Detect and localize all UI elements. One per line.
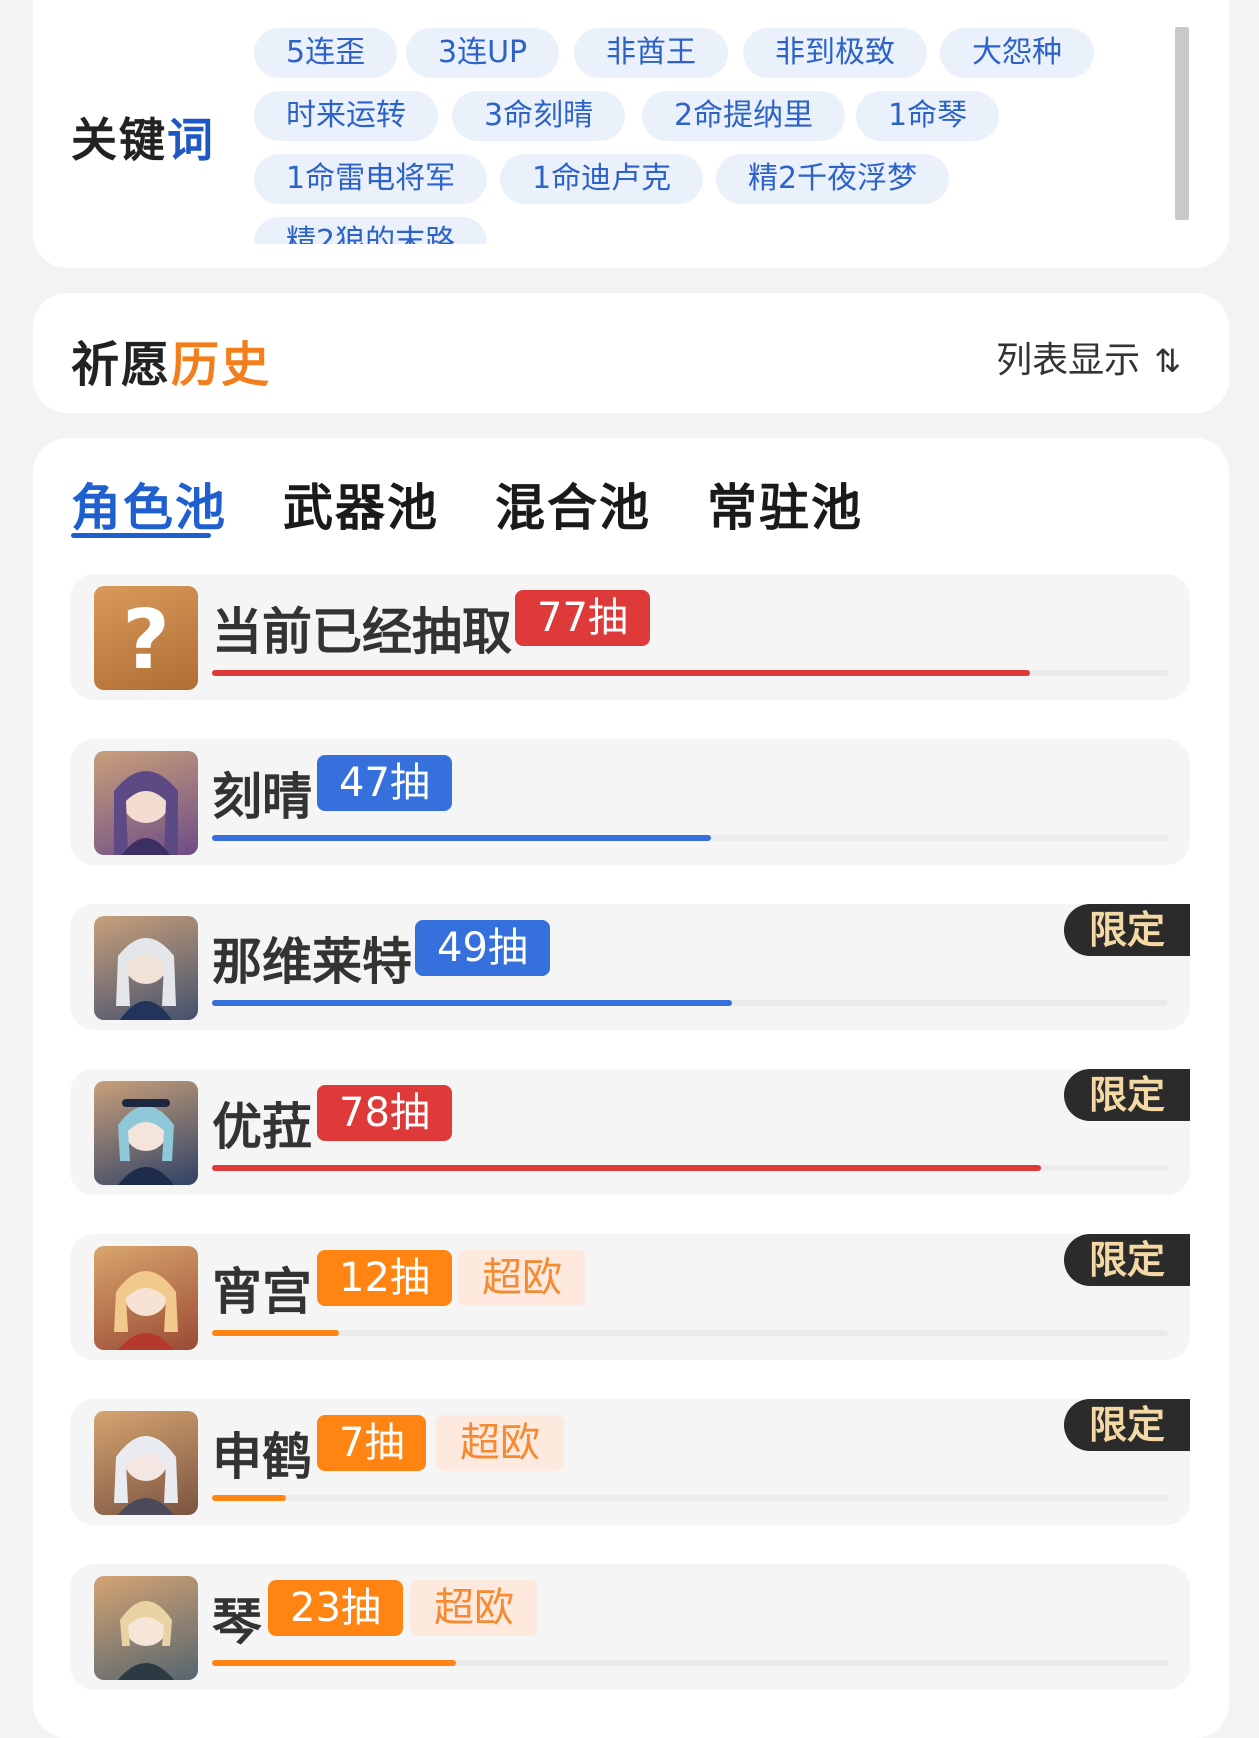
- super-lucky-badge: 超欧: [436, 1415, 564, 1471]
- character-name: 刻晴: [212, 768, 312, 826]
- keywords-card: 关键词 5连歪 3连UP 非酋王 非到极致 大怨种 时来运转 3命刻晴 2命提纳…: [33, 0, 1229, 268]
- view-toggle-label: 列表显示: [996, 340, 1141, 381]
- character-name: 宵宫: [212, 1263, 312, 1321]
- pity-progress-bar: [212, 670, 1168, 676]
- pull-count-badge: 47抽: [317, 755, 452, 811]
- wish-row[interactable]: 优菈 78抽 限定: [70, 1069, 1190, 1195]
- yoimiya-avatar: [94, 1246, 198, 1350]
- character-name: 琴: [212, 1593, 262, 1651]
- keywords-title: 关键词: [71, 113, 215, 167]
- pull-count-badge: 7抽: [317, 1415, 427, 1471]
- pull-count-badge: 23抽: [268, 1580, 403, 1636]
- question-mark-icon: ?: [94, 586, 198, 690]
- pity-progress-fill: [212, 1165, 1041, 1171]
- keyword-tag[interactable]: 精2狼的末路: [254, 217, 488, 244]
- pity-progress-fill: [212, 1000, 733, 1006]
- keyword-tag[interactable]: 1命雷电将军: [254, 154, 488, 204]
- jean-avatar: [94, 1576, 198, 1680]
- limited-badge: 限定: [1064, 1399, 1190, 1451]
- svg-text:?: ?: [122, 593, 170, 688]
- character-name: 申鹤: [212, 1428, 312, 1486]
- pity-progress-bar: [212, 835, 1168, 841]
- pity-progress-bar: [212, 1495, 1168, 1501]
- limited-badge: 限定: [1064, 1234, 1190, 1286]
- super-lucky-badge: 超欧: [410, 1580, 538, 1636]
- keyword-tag[interactable]: 1命琴: [856, 91, 1000, 141]
- wish-row[interactable]: 琴 23抽 超欧: [70, 1564, 1190, 1690]
- limited-badge: 限定: [1064, 1069, 1190, 1121]
- keywords-tag-list[interactable]: 5连歪 3连UP 非酋王 非到极致 大怨种 时来运转 3命刻晴 2命提纳里 1命…: [254, 28, 1154, 244]
- keyword-tag[interactable]: 2命提纳里: [642, 91, 846, 141]
- pull-count-badge: 12抽: [317, 1250, 452, 1306]
- super-lucky-badge: 超欧: [458, 1250, 586, 1306]
- pool-card: 角色池 武器池 混合池 常驻池 ? 当前已经抽取 77抽 刻晴 47抽 那维莱特…: [33, 438, 1229, 1738]
- list-view-toggle[interactable]: 列表显示 ⇅: [996, 331, 1181, 383]
- wish-row[interactable]: ? 当前已经抽取 77抽: [70, 574, 1190, 700]
- pity-progress-bar: [212, 1330, 1168, 1336]
- pity-progress-bar: [212, 1165, 1168, 1171]
- wish-row[interactable]: 申鹤 7抽 超欧 限定: [70, 1399, 1190, 1525]
- keyword-tag[interactable]: 3连UP: [406, 28, 560, 78]
- pull-count-badge: 78抽: [317, 1085, 452, 1141]
- keyword-tag[interactable]: 3命刻晴: [452, 91, 626, 141]
- history-title: 祈愿历史: [71, 337, 272, 393]
- tab-mixed-pool[interactable]: 混合池: [495, 468, 651, 540]
- pull-count-badge: 49抽: [415, 920, 550, 976]
- pity-progress-fill: [212, 1495, 287, 1501]
- pity-progress-fill: [212, 1660, 457, 1666]
- wish-row[interactable]: 宵宫 12抽 超欧 限定: [70, 1234, 1190, 1360]
- history-header-card: 祈愿历史 列表显示 ⇅: [33, 293, 1229, 413]
- limited-badge: 限定: [1064, 904, 1190, 956]
- shenhe-avatar: [94, 1411, 198, 1515]
- wish-row[interactable]: 那维莱特 49抽 限定: [70, 904, 1190, 1030]
- character-name: 当前已经抽取: [212, 603, 512, 661]
- keyword-tag[interactable]: 5连歪: [254, 28, 398, 78]
- tab-character-pool[interactable]: 角色池: [71, 468, 227, 540]
- wish-row[interactable]: 刻晴 47抽: [70, 739, 1190, 865]
- keyword-tag[interactable]: 1命迪卢克: [500, 154, 704, 204]
- keyword-tag[interactable]: 大怨种: [940, 28, 1094, 78]
- tab-standard-pool[interactable]: 常驻池: [707, 468, 863, 540]
- pull-count-badge: 77抽: [515, 590, 650, 646]
- pity-progress-fill: [212, 835, 712, 841]
- eula-avatar: [94, 1081, 198, 1185]
- pity-progress-bar: [212, 1660, 1168, 1666]
- keyword-tag[interactable]: 非到极致: [743, 28, 927, 78]
- sort-icon: ⇅: [1154, 342, 1181, 380]
- keyword-tag[interactable]: 非酋王: [574, 28, 728, 78]
- keywords-scrollbar[interactable]: [1175, 27, 1189, 220]
- tab-weapon-pool[interactable]: 武器池: [283, 468, 439, 540]
- tab-active-indicator: [71, 533, 211, 538]
- neuvillette-avatar: [94, 916, 198, 1020]
- keyword-tag[interactable]: 时来运转: [254, 91, 438, 141]
- pity-progress-fill: [212, 1330, 340, 1336]
- pity-progress-bar: [212, 1000, 1168, 1006]
- character-name: 优菈: [212, 1098, 312, 1156]
- keqing-avatar: [94, 751, 198, 855]
- pity-progress-fill: [212, 670, 1030, 676]
- keyword-tag[interactable]: 精2千夜浮梦: [716, 154, 950, 204]
- character-name: 那维莱特: [212, 933, 412, 991]
